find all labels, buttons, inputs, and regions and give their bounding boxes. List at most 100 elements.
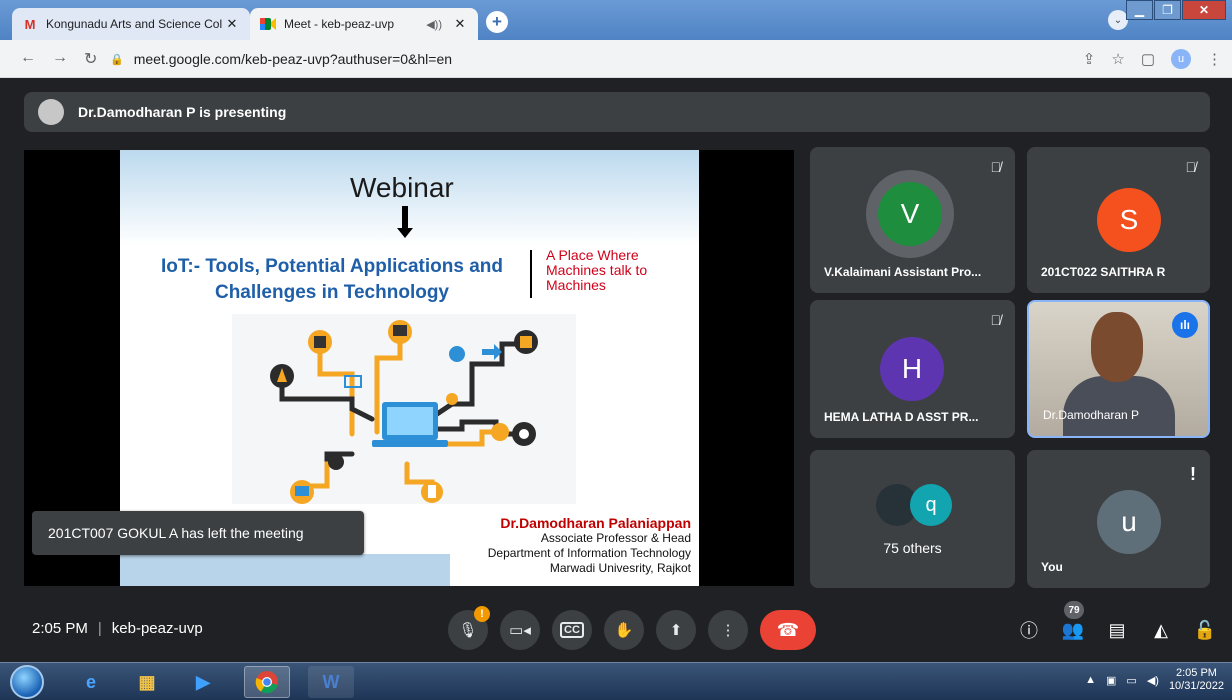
participant-name: Dr.Damodharan P (1043, 408, 1140, 422)
presenter-avatar (38, 99, 64, 125)
people-button[interactable]: 79 👥 (1060, 601, 1086, 643)
side-panel-icon[interactable]: ▢ (1141, 50, 1155, 68)
action-center-icon[interactable]: ▭ (1126, 674, 1136, 687)
others-tile[interactable]: q 75 others (810, 450, 1015, 588)
mic-button[interactable]: 🎙 ! (448, 606, 490, 650)
more-options-button[interactable]: ⋮ (708, 610, 748, 650)
tab-meet[interactable]: Meet - keb-peaz-uvp ◀)) ✕ (250, 8, 478, 40)
lock-icon[interactable]: 🔒 (110, 53, 124, 66)
presenter-name: Dr.Damodharan Palaniappan (500, 515, 691, 531)
close-window-icon[interactable]: ✕ (1182, 0, 1226, 20)
mic-icon: 🎙 (458, 622, 478, 639)
chat-button[interactable]: ▤ (1104, 617, 1130, 643)
tab-search-icon[interactable]: ⌄ (1108, 10, 1128, 30)
activities-icon: ◭ (1154, 619, 1168, 640)
tagline-line: Machines talk to (546, 262, 648, 278)
captions-button[interactable]: CC (552, 610, 592, 650)
system-clock[interactable]: 2:05 PM 10/31/2022 (1169, 667, 1224, 693)
meet-icon (260, 17, 276, 31)
presentation-stage: Webinar IoT:- Tools, Potential Applicati… (24, 150, 794, 586)
gmail-icon: M (24, 16, 36, 32)
others-count: 75 others (883, 540, 942, 556)
participant-name: 201CT022 SAITHRA R (1041, 265, 1166, 279)
clock-date: 10/31/2022 (1168, 680, 1224, 692)
video-person-body (1063, 376, 1175, 436)
avatar: q (910, 484, 952, 526)
slide-title: IoT:- Tools, Potential Applications and … (142, 254, 522, 306)
mic-muted-icon: 🎙̸ (990, 159, 1002, 175)
profile-avatar[interactable]: u (1171, 49, 1191, 69)
notification-toast: 201CT007 GOKUL A has left the meeting (32, 511, 364, 555)
end-call-icon: ☎ (776, 619, 800, 640)
slide-title-line1: IoT:- Tools, Potential Applications and (161, 256, 503, 277)
meeting-details-button[interactable]: ⓘ (1016, 617, 1042, 643)
avatar: u (1097, 490, 1161, 554)
call-controls: 🎙 ! ▭◂ CC ✋ ⬆ ⋮ ☎ (448, 606, 816, 650)
tab-title: Kongunadu Arts and Science Col (46, 17, 223, 31)
participant-tile[interactable]: S 🎙̸ 201CT022 SAITHRA R (1027, 147, 1210, 293)
alert-icon: ! (474, 606, 490, 622)
participant-video-tile[interactable]: ılı Dr.Damodharan P (1027, 300, 1210, 438)
new-tab-button[interactable]: + (486, 11, 508, 33)
browser-tab-strip: M Kongunadu Arts and Science Col ✕ Meet … (0, 0, 1232, 40)
file-explorer-icon[interactable]: ▦ (124, 666, 170, 698)
host-controls-button[interactable]: 🔓 (1192, 617, 1218, 643)
raise-hand-button[interactable]: ✋ (604, 610, 644, 650)
mic-muted-icon: 🎙̸ (1185, 159, 1197, 175)
tab-gmail[interactable]: M Kongunadu Arts and Science Col ✕ (12, 8, 250, 40)
presenter-role: Associate Professor & Head (540, 531, 691, 545)
avatar: V (878, 182, 942, 246)
more-options-icon: ⋮ (720, 622, 736, 639)
meeting-time: 2:05 PM (32, 620, 88, 637)
participant-count-badge: 79 (1064, 601, 1084, 619)
window-controls: ▁ ❐ ✕ (1126, 0, 1226, 20)
participant-tile[interactable]: H 🎙̸ HEMA LATHA D ASST PR... (810, 300, 1015, 438)
audio-playing-icon[interactable]: ◀)) (426, 18, 442, 31)
windows-taskbar: e ▦ ▶ W ▲ ▣ ▭ ◀) 2:05 PM 10/31/2022 (0, 662, 1232, 700)
show-hidden-icons[interactable]: ▲ (1085, 674, 1096, 686)
down-arrow-head (397, 228, 413, 238)
url-text: meet.google.com/keb-peaz-uvp?authuser=0&… (133, 51, 453, 67)
presenter-dept: Department of Information Technology (487, 546, 691, 560)
lock-person-icon: 🔓 (1193, 619, 1217, 640)
present-button[interactable]: ⬆ (656, 610, 696, 650)
maximize-icon[interactable]: ❐ (1154, 0, 1181, 20)
side-controls: ⓘ 79 👥 ▤ ◭ 🔓 (1016, 601, 1218, 643)
share-icon[interactable]: ⇪ (1083, 50, 1096, 68)
camera-button[interactable]: ▭◂ (500, 610, 540, 650)
close-tab-icon[interactable]: ✕ (224, 16, 240, 32)
presenter-block: Dr.Damodharan Palaniappan Associate Prof… (488, 516, 691, 576)
presenting-text: Dr.Damodharan P is presenting (78, 104, 287, 120)
internet-explorer-icon[interactable]: e (68, 666, 114, 698)
meeting-info: 2:05 PM | keb-peaz-uvp (32, 620, 203, 637)
tagline-line: A Place Where (546, 247, 639, 263)
meeting-code: keb-peaz-uvp (111, 620, 203, 637)
end-call-button[interactable]: ☎ (760, 610, 816, 650)
start-button[interactable] (10, 665, 44, 699)
toolbar-icons: ⇪ ☆ ▢ u ⋮ (1083, 49, 1222, 69)
url-field[interactable]: 🔒 meet.google.com/keb-peaz-uvp?authuser=… (110, 45, 1110, 73)
volume-icon[interactable]: ◀) (1147, 674, 1159, 687)
activities-button[interactable]: ◭ (1148, 617, 1174, 643)
alert-icon: ! (1190, 464, 1196, 484)
slide-tagline: A Place Where Machines talk to Machines (546, 248, 647, 293)
bookmark-star-icon[interactable]: ☆ (1111, 50, 1124, 68)
system-tray: ▲ ▣ ▭ ◀) 2:05 PM 10/31/2022 (1085, 667, 1224, 693)
self-tile[interactable]: ! u You (1027, 450, 1210, 588)
avatar: S (1097, 188, 1161, 252)
video-person-face (1091, 312, 1143, 382)
reload-icon[interactable]: ↻ (84, 49, 97, 69)
participant-tile[interactable]: V 🎙̸ V.Kalaimani Assistant Pro... (810, 147, 1015, 293)
others-avatars: q (876, 484, 952, 526)
media-player-icon[interactable]: ▶ (180, 666, 226, 698)
chrome-icon[interactable] (244, 666, 290, 698)
chat-icon: ▤ (1108, 619, 1126, 640)
close-tab-icon[interactable]: ✕ (452, 16, 468, 32)
word-icon[interactable]: W (308, 666, 354, 698)
slide-divider (530, 250, 532, 298)
back-icon[interactable]: ← (20, 49, 36, 67)
browser-menu-icon[interactable]: ⋮ (1207, 50, 1222, 68)
minimize-icon[interactable]: ▁ (1126, 0, 1153, 20)
forward-icon[interactable]: → (52, 49, 68, 67)
network-icon[interactable]: ▣ (1106, 674, 1116, 687)
